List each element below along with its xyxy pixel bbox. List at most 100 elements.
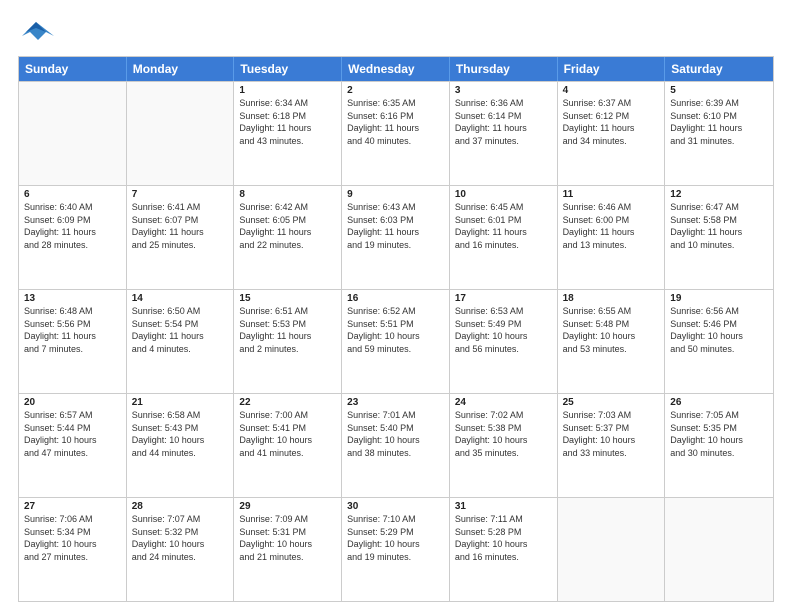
cell-info-line: and 47 minutes. [24, 448, 121, 460]
calendar-cell: 16 Sunrise: 6:52 AMSunset: 5:51 PMDayligh… [342, 290, 450, 393]
cell-info-line: Sunrise: 6:39 AM [670, 98, 768, 110]
calendar-cell: 11Sunrise: 6:46 AMSunset: 6:00 PMDayligh… [558, 186, 666, 289]
day-header-saturday: Saturday [665, 57, 773, 81]
day-number: 6 [24, 189, 121, 200]
day-number: 5 [670, 85, 768, 96]
cell-info-line: Sunrise: 7:06 AM [24, 514, 121, 526]
cell-info-line: Daylight: 11 hours [563, 123, 660, 135]
calendar-cell: 28Sunrise: 7:07 AMSunset: 5:32 PMDayligh… [127, 498, 235, 601]
cell-info-line: Sunrise: 6:48 AM [24, 306, 121, 318]
cell-info-line: Daylight: 10 hours [239, 539, 336, 551]
calendar-cell: 9Sunrise: 6:43 AMSunset: 6:03 PMDaylight… [342, 186, 450, 289]
cell-info-line: and 40 minutes. [347, 136, 444, 148]
cell-info-line: Sunset: 5:28 PM [455, 527, 552, 539]
cell-info-line: Sunset: 5:58 PM [670, 215, 768, 227]
calendar-cell: 4Sunrise: 6:37 AMSunset: 6:12 PMDaylight… [558, 82, 666, 185]
calendar-cell: 17Sunrise: 6:53 AMSunset: 5:49 PMDayligh… [450, 290, 558, 393]
cell-info-line: Daylight: 10 hours [455, 435, 552, 447]
calendar-cell: 19Sunrise: 6:56 AMSunset: 5:46 PMDayligh… [665, 290, 773, 393]
cell-info-line: Daylight: 11 hours [455, 123, 552, 135]
cell-info-line: and 59 minutes. [347, 344, 444, 356]
calendar-cell: 23Sunrise: 7:01 AMSunset: 5:40 PMDayligh… [342, 394, 450, 497]
cell-info-line: Sunrise: 6:51 AM [239, 306, 336, 318]
cell-info-line: Sunrise: 6:58 AM [132, 410, 229, 422]
cell-info-line: and 44 minutes. [132, 448, 229, 460]
cell-info-line: and 37 minutes. [455, 136, 552, 148]
cell-info-line: Daylight: 10 hours [347, 539, 444, 551]
day-header-thursday: Thursday [450, 57, 558, 81]
cell-info-line: Sunset: 5:48 PM [563, 319, 660, 331]
day-number: 11 [563, 189, 660, 200]
cell-info-line: and 38 minutes. [347, 448, 444, 460]
cell-info-line: Sunrise: 6:35 AM [347, 98, 444, 110]
calendar-row-1: 6Sunrise: 6:40 AMSunset: 6:09 PMDaylight… [19, 185, 773, 289]
cell-info-line: and 33 minutes. [563, 448, 660, 460]
day-number: 23 [347, 397, 444, 408]
cell-info-line: Sunset: 6:00 PM [563, 215, 660, 227]
cell-info-line: Sunrise: 7:00 AM [239, 410, 336, 422]
cell-info-line: Sunset: 5:32 PM [132, 527, 229, 539]
day-number: 28 [132, 501, 229, 512]
cell-info-line: Sunrise: 7:09 AM [239, 514, 336, 526]
cell-info-line: Sunset: 6:16 PM [347, 111, 444, 123]
cell-info-line: Sunset: 5:44 PM [24, 423, 121, 435]
day-number: 16 [347, 293, 444, 304]
day-number: 20 [24, 397, 121, 408]
calendar-row-4: 27Sunrise: 7:06 AMSunset: 5:34 PMDayligh… [19, 497, 773, 601]
cell-info-line: Sunrise: 6:41 AM [132, 202, 229, 214]
day-number: 31 [455, 501, 552, 512]
cell-info-line: Sunrise: 6:42 AM [239, 202, 336, 214]
cell-info-line: and 2 minutes. [239, 344, 336, 356]
logo-bird-icon [18, 18, 54, 46]
cell-info-line: Daylight: 10 hours [563, 435, 660, 447]
page: SundayMondayTuesdayWednesdayThursdayFrid… [0, 0, 792, 612]
calendar-cell: 13Sunrise: 6:48 AMSunset: 5:56 PMDayligh… [19, 290, 127, 393]
calendar-cell: 5Sunrise: 6:39 AMSunset: 6:10 PMDaylight… [665, 82, 773, 185]
logo [18, 18, 56, 46]
cell-info-line: and 21 minutes. [239, 552, 336, 564]
day-header-sunday: Sunday [19, 57, 127, 81]
cell-info-line: Daylight: 10 hours [455, 539, 552, 551]
calendar-cell: 12Sunrise: 6:47 AMSunset: 5:58 PMDayligh… [665, 186, 773, 289]
cell-info-line: and 19 minutes. [347, 552, 444, 564]
calendar: SundayMondayTuesdayWednesdayThursdayFrid… [18, 56, 774, 602]
header [18, 18, 774, 46]
cell-info-line: Daylight: 11 hours [24, 331, 121, 343]
calendar-cell: 31Sunrise: 7:11 AMSunset: 5:28 PMDayligh… [450, 498, 558, 601]
cell-info-line: and 41 minutes. [239, 448, 336, 460]
calendar-cell [665, 498, 773, 601]
cell-info-line: and 16 minutes. [455, 552, 552, 564]
day-number: 25 [563, 397, 660, 408]
day-number: 18 [563, 293, 660, 304]
day-number: 21 [132, 397, 229, 408]
cell-info-line: Daylight: 10 hours [239, 435, 336, 447]
cell-info-line: Daylight: 10 hours [563, 331, 660, 343]
cell-info-line: Sunrise: 7:01 AM [347, 410, 444, 422]
calendar-cell [19, 82, 127, 185]
cell-info-line: Daylight: 11 hours [670, 123, 768, 135]
cell-info-line: and 50 minutes. [670, 344, 768, 356]
cell-info-line: Daylight: 10 hours [455, 331, 552, 343]
calendar-cell: 6Sunrise: 6:40 AMSunset: 6:09 PMDaylight… [19, 186, 127, 289]
cell-info-line: and 22 minutes. [239, 240, 336, 252]
cell-info-line: Daylight: 10 hours [347, 331, 444, 343]
day-header-friday: Friday [558, 57, 666, 81]
cell-info-line: Sunset: 5:56 PM [24, 319, 121, 331]
cell-info-line: Sunrise: 6:52 AM [347, 306, 444, 318]
cell-info-line: and 30 minutes. [670, 448, 768, 460]
cell-info-line: Sunrise: 6:50 AM [132, 306, 229, 318]
cell-info-line: Daylight: 11 hours [24, 227, 121, 239]
day-number: 29 [239, 501, 336, 512]
calendar-cell: 27Sunrise: 7:06 AMSunset: 5:34 PMDayligh… [19, 498, 127, 601]
cell-info-line: Sunset: 5:38 PM [455, 423, 552, 435]
cell-info-line: and 10 minutes. [670, 240, 768, 252]
cell-info-line: Daylight: 10 hours [347, 435, 444, 447]
cell-info-line: Sunset: 5:51 PM [347, 319, 444, 331]
calendar-header: SundayMondayTuesdayWednesdayThursdayFrid… [19, 57, 773, 81]
cell-info-line: Sunset: 5:37 PM [563, 423, 660, 435]
cell-info-line: Sunrise: 7:07 AM [132, 514, 229, 526]
cell-info-line: Sunrise: 6:34 AM [239, 98, 336, 110]
cell-info-line: Sunset: 5:35 PM [670, 423, 768, 435]
calendar-cell: 24Sunrise: 7:02 AMSunset: 5:38 PMDayligh… [450, 394, 558, 497]
cell-info-line: Daylight: 10 hours [24, 435, 121, 447]
